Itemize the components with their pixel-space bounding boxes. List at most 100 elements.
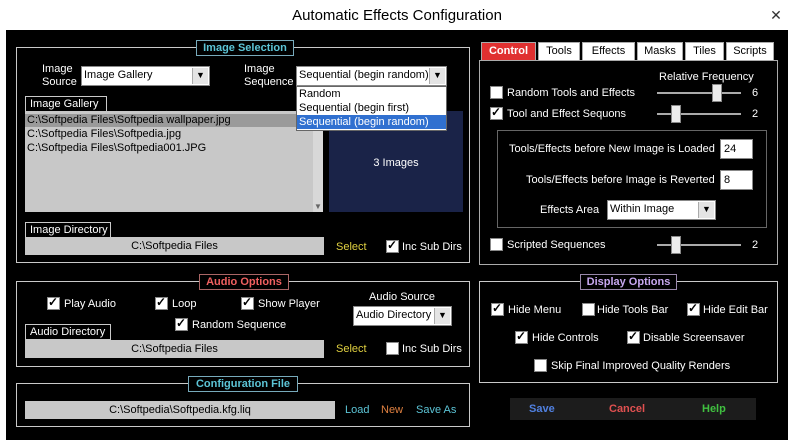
close-icon[interactable]: ✕ bbox=[768, 7, 784, 23]
dropdown-option-selected[interactable]: Sequential (begin random) bbox=[299, 116, 429, 128]
image-inc-subdirs-checkbox[interactable] bbox=[386, 238, 399, 253]
hide-controls-label: Hide Controls bbox=[532, 332, 599, 344]
play-audio-label: Play Audio bbox=[64, 298, 116, 310]
scroll-down-icon[interactable]: ▼ bbox=[314, 202, 322, 211]
hide-tools-bar-label: Hide Tools Bar bbox=[597, 304, 669, 316]
chevron-down-icon[interactable]: ▼ bbox=[698, 202, 714, 218]
audio-source-value: Audio Directory bbox=[356, 309, 432, 321]
before-revert-input[interactable]: 8 bbox=[720, 170, 753, 190]
scripted-sequences-slider-thumb[interactable] bbox=[671, 236, 681, 254]
scripted-sequences-checkbox[interactable] bbox=[490, 238, 503, 251]
before-revert-label: Tools/Effects before Image is Reverted bbox=[526, 174, 715, 186]
effects-area-label: Effects Area bbox=[540, 204, 600, 216]
loop-label: Loop bbox=[172, 298, 197, 310]
config-file-title: Configuration File bbox=[188, 376, 298, 392]
audio-inc-subdirs-label: Inc Sub Dirs bbox=[402, 343, 462, 355]
audio-select-link[interactable]: Select bbox=[336, 343, 367, 355]
image-gallery-list[interactable]: C:\Softpedia Files\Softpedia wallpaper.j… bbox=[25, 111, 323, 212]
tool-sequence-slider-thumb[interactable] bbox=[671, 105, 681, 123]
image-gallery-label: Image Gallery bbox=[25, 96, 107, 112]
skip-final-renders-checkbox[interactable] bbox=[534, 359, 547, 372]
hide-controls-checkbox[interactable] bbox=[515, 329, 528, 344]
tab-scripts[interactable]: Scripts bbox=[726, 42, 774, 61]
relative-frequency-label: Relative Frequency bbox=[659, 71, 754, 83]
disable-screensaver-checkbox[interactable] bbox=[627, 329, 640, 344]
tab-tiles[interactable]: Tiles bbox=[685, 42, 724, 61]
dropdown-option[interactable]: Sequential (begin first) bbox=[299, 102, 409, 114]
tab-tools[interactable]: Tools bbox=[538, 42, 580, 61]
image-sequence-label-1: Image bbox=[244, 63, 275, 75]
dropdown-option[interactable]: Random bbox=[299, 88, 341, 100]
tool-sequence-checkbox[interactable] bbox=[490, 105, 503, 120]
image-inc-subdirs-label: Inc Sub Dirs bbox=[402, 241, 462, 253]
image-sequence-label-2: Sequence bbox=[244, 76, 294, 88]
new-link[interactable]: New bbox=[381, 404, 403, 416]
list-item[interactable]: C:\Softpedia Files\Softpedia001.JPG bbox=[27, 142, 206, 154]
help-button[interactable]: Help bbox=[702, 403, 726, 415]
loop-checkbox[interactable] bbox=[155, 295, 168, 310]
image-selection-title: Image Selection bbox=[196, 40, 294, 56]
config-file-path[interactable]: C:\Softpedia\Softpedia.kfg.liq bbox=[25, 401, 335, 419]
random-tools-slider-thumb[interactable] bbox=[712, 84, 722, 102]
hide-edit-bar-checkbox[interactable] bbox=[687, 301, 700, 316]
random-sequence-label: Random Sequence bbox=[192, 319, 287, 331]
random-tools-checkbox[interactable] bbox=[490, 86, 503, 99]
image-source-label-1: Image bbox=[42, 63, 73, 75]
chevron-down-icon[interactable]: ▼ bbox=[434, 308, 450, 324]
hide-menu-label: Hide Menu bbox=[508, 304, 562, 316]
list-item[interactable]: C:\Softpedia Files\Softpedia wallpaper.j… bbox=[27, 114, 231, 126]
tool-sequence-label: Tool and Effect Sequons bbox=[507, 108, 627, 120]
before-new-image-input[interactable]: 24 bbox=[720, 139, 753, 159]
save-as-link[interactable]: Save As bbox=[416, 404, 456, 416]
tool-sequence-slider[interactable] bbox=[657, 113, 741, 115]
image-source-select[interactable]: Image Gallery ▼ bbox=[81, 66, 210, 86]
scripted-sequences-value: 2 bbox=[752, 239, 759, 251]
preview-count: 3 Images bbox=[373, 157, 419, 169]
audio-inc-subdirs-checkbox[interactable] bbox=[386, 342, 399, 355]
audio-options-title: Audio Options bbox=[199, 274, 289, 290]
hide-tools-bar-checkbox[interactable] bbox=[582, 303, 595, 316]
display-options-title: Display Options bbox=[580, 274, 677, 290]
audio-source-select[interactable]: Audio Directory ▼ bbox=[353, 306, 452, 326]
image-directory-label: Image Directory bbox=[25, 222, 111, 238]
random-tools-value: 6 bbox=[752, 87, 759, 99]
window-frame-right bbox=[788, 30, 794, 444]
load-link[interactable]: Load bbox=[345, 404, 369, 416]
list-item[interactable]: C:\Softpedia Files\Softpedia.jpg bbox=[27, 128, 181, 140]
app-window: Automatic Effects Configuration ✕ Image … bbox=[0, 0, 794, 444]
random-tools-label: Random Tools and Effects bbox=[507, 87, 636, 99]
disable-screensaver-label: Disable Screensaver bbox=[643, 332, 745, 344]
audio-directory-field[interactable]: C:\Softpedia Files bbox=[25, 340, 324, 358]
hide-menu-checkbox[interactable] bbox=[491, 301, 504, 316]
audio-directory-label: Audio Directory bbox=[25, 324, 111, 340]
tab-masks[interactable]: Masks bbox=[637, 42, 683, 61]
tab-effects[interactable]: Effects bbox=[582, 42, 635, 61]
random-sequence-checkbox[interactable] bbox=[175, 316, 188, 331]
chevron-down-icon[interactable]: ▼ bbox=[192, 68, 208, 84]
image-sequence-value: Sequential (begin random) bbox=[299, 69, 429, 81]
scripted-sequences-slider[interactable] bbox=[657, 244, 741, 246]
play-audio-checkbox[interactable] bbox=[47, 295, 60, 310]
image-source-value: Image Gallery bbox=[84, 69, 153, 81]
window-frame-bottom bbox=[0, 440, 794, 444]
audio-source-label: Audio Source bbox=[369, 291, 436, 303]
sequence-dropdown-list[interactable]: Random Sequential (begin first) Sequenti… bbox=[296, 86, 447, 131]
image-select-link[interactable]: Select bbox=[336, 241, 367, 253]
skip-final-renders-label: Skip Final Improved Quality Renders bbox=[551, 360, 731, 372]
chevron-down-icon[interactable]: ▼ bbox=[429, 68, 445, 84]
image-source-label-2: Source bbox=[42, 76, 77, 88]
random-tools-slider[interactable] bbox=[657, 92, 741, 94]
before-new-image-label: Tools/Effects before New Image is Loaded bbox=[509, 143, 715, 155]
cancel-button[interactable]: Cancel bbox=[609, 403, 645, 415]
show-player-checkbox[interactable] bbox=[241, 295, 254, 310]
tab-control[interactable]: Control bbox=[481, 42, 536, 61]
image-directory-field[interactable]: C:\Softpedia Files bbox=[25, 237, 324, 255]
save-button[interactable]: Save bbox=[529, 403, 555, 415]
show-player-label: Show Player bbox=[258, 298, 320, 310]
tool-sequence-value: 2 bbox=[752, 108, 759, 120]
effects-area-select[interactable]: Within Image ▼ bbox=[607, 200, 716, 220]
window-title: Automatic Effects Configuration bbox=[292, 7, 502, 24]
title-bar: Automatic Effects Configuration ✕ bbox=[0, 0, 794, 30]
window-frame-left bbox=[0, 30, 6, 444]
image-sequence-select[interactable]: Sequential (begin random) ▼ bbox=[296, 66, 447, 86]
